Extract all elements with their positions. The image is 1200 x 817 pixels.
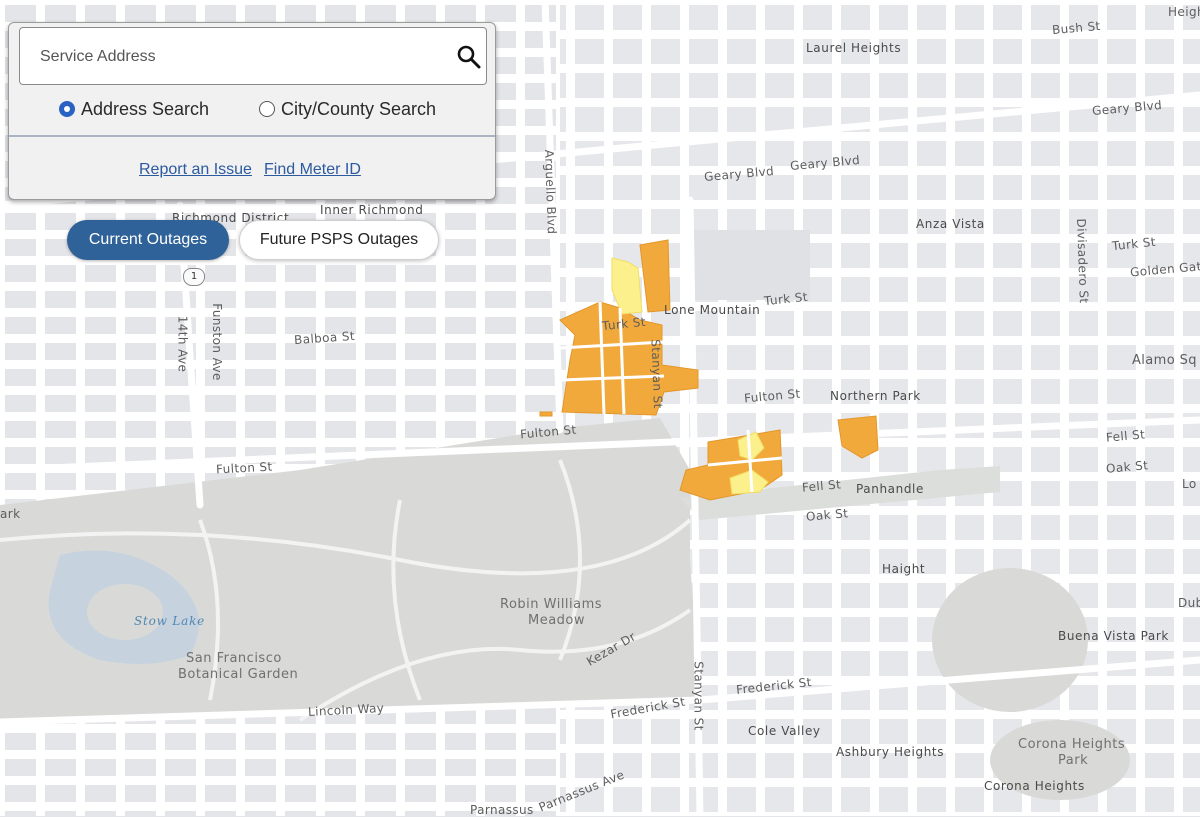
- map-label: Parnassus: [470, 803, 534, 817]
- map-label: ark: [0, 507, 21, 521]
- report-issue-link[interactable]: Report an Issue: [139, 161, 252, 179]
- search-box: [19, 27, 487, 85]
- map-label: Robin Williams: [500, 597, 603, 612]
- address-search-label: Address Search: [81, 98, 210, 119]
- map-label: Oak St: [805, 506, 849, 524]
- map-label: Botanical Garden: [178, 667, 299, 682]
- find-meter-id-link[interactable]: Find Meter ID: [264, 161, 361, 179]
- search-icon[interactable]: [456, 44, 482, 70]
- city-county-search-radio[interactable]: City/County Search: [259, 97, 436, 121]
- map-label: Northern Park: [830, 389, 921, 403]
- map-label: Fell St: [801, 477, 842, 495]
- map-label: Lincoln Way: [307, 701, 385, 719]
- map-label: Corona Heights: [1018, 737, 1126, 752]
- search-panel: Address Search City/County Search Report…: [8, 22, 496, 200]
- map-label: Funston Ave: [209, 303, 224, 381]
- map-label: Ashbury Heights: [836, 745, 945, 759]
- radio-selected-icon[interactable]: [59, 101, 75, 117]
- city-county-search-label: City/County Search: [281, 98, 437, 119]
- map-label: Divisadero St: [1074, 218, 1091, 304]
- highway-shield: 1: [183, 268, 205, 286]
- panel-divider: [9, 135, 495, 137]
- map-label: Park: [1058, 753, 1089, 768]
- map-label: San Francisco: [186, 651, 282, 666]
- radio-unselected-icon[interactable]: [259, 101, 275, 117]
- map-label: Buena Vista Park: [1058, 629, 1169, 643]
- map-label: Heigh: [1168, 5, 1200, 19]
- map-label: Lone Mountain: [664, 303, 761, 317]
- map-label: Dub: [1178, 596, 1200, 610]
- map-label: Stanyan St: [691, 661, 706, 731]
- map-label: Laurel Heights: [806, 41, 902, 55]
- map-label: Stow Lake: [134, 614, 206, 628]
- address-search-radio[interactable]: Address Search: [59, 97, 209, 121]
- map-label: Fulton St: [215, 459, 273, 477]
- map-label: Stanyan St: [648, 339, 665, 409]
- map-label: Fell St: [1105, 427, 1146, 445]
- map-label: Panhandle: [856, 482, 924, 496]
- map-label: Oak St: [1105, 458, 1149, 476]
- current-outages-tab[interactable]: Current Outages: [67, 220, 229, 260]
- map-label: Alamo Sq: [1132, 353, 1197, 368]
- map-label: Corona Heights: [984, 779, 1085, 793]
- map-label: 14th Ave: [175, 315, 190, 373]
- service-address-input[interactable]: [38, 42, 442, 72]
- map-label: Meadow: [528, 613, 586, 628]
- map-label: Cole Valley: [748, 724, 821, 738]
- map-label: Arguello Blvd: [541, 149, 559, 235]
- map-label: Inner Richmond: [320, 203, 424, 217]
- future-psps-outages-tab[interactable]: Future PSPS Outages: [239, 220, 439, 260]
- map-label: Anza Vista: [916, 217, 985, 231]
- map-label: Haight: [882, 562, 926, 576]
- outage-area: [539, 411, 553, 417]
- map-label: Lo: [1182, 477, 1197, 491]
